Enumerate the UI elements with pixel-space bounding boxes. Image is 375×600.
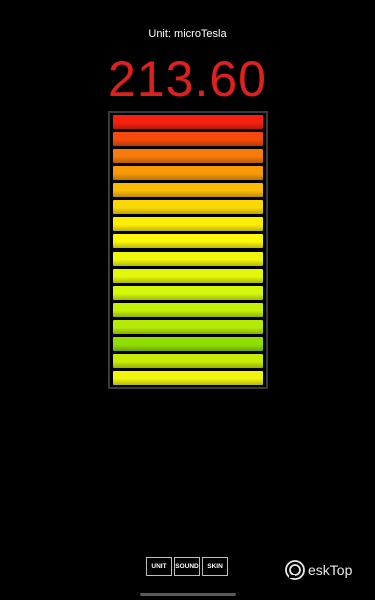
meter-segment	[113, 217, 263, 232]
meter-segment	[113, 200, 263, 215]
meter-segment	[113, 285, 263, 300]
meter-segment	[113, 268, 263, 283]
watermark-text: eskTop	[308, 562, 353, 578]
meter-segment	[113, 234, 263, 249]
meter-segment	[113, 166, 263, 181]
meter-segment	[113, 353, 263, 368]
watermark: eskTop	[285, 560, 352, 580]
skin-button[interactable]: SKIN	[202, 557, 228, 576]
desktop-logo-icon	[285, 560, 305, 580]
magnetometer-screen: Unit: microTesla 213.60 UNIT SOUND SKIN …	[0, 0, 375, 600]
control-bar: UNIT SOUND SKIN	[146, 557, 228, 576]
level-meter	[108, 111, 268, 389]
meter-segment	[113, 336, 263, 351]
meter-segment	[113, 370, 263, 385]
meter-segment	[113, 251, 263, 266]
meter-segment	[113, 302, 263, 317]
meter-segment	[113, 149, 263, 164]
gesture-nav-handle[interactable]	[140, 593, 236, 596]
meter-segment	[113, 115, 263, 129]
meter-segment	[113, 132, 263, 147]
magnetic-reading: 213.60	[108, 51, 267, 107]
unit-label: Unit: microTesla	[148, 28, 227, 40]
sound-button[interactable]: SOUND	[174, 557, 200, 576]
meter-segment	[113, 319, 263, 334]
unit-button[interactable]: UNIT	[146, 557, 172, 576]
meter-segment	[113, 183, 263, 198]
